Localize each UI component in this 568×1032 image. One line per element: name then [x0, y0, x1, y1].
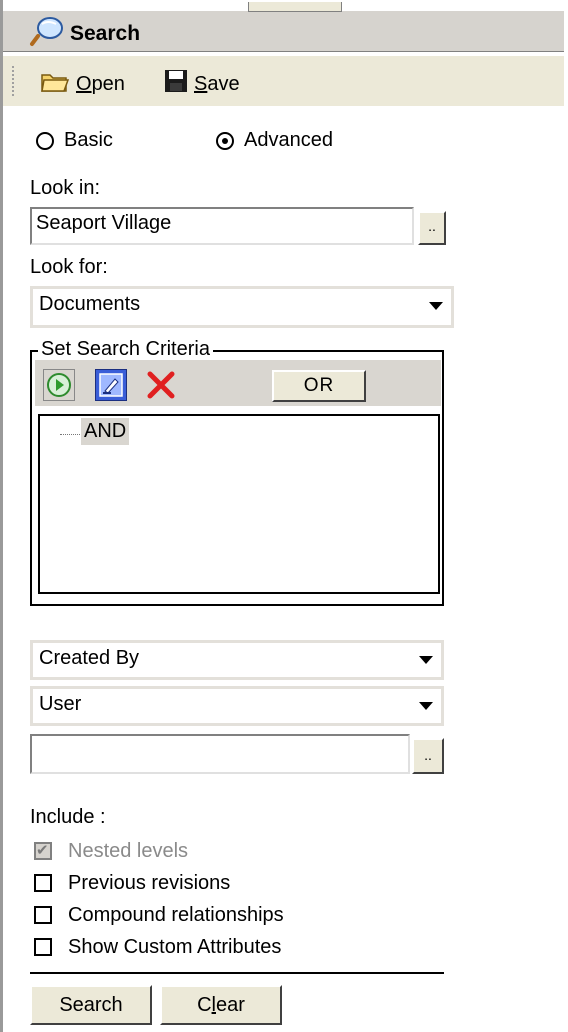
- value-field[interactable]: [30, 734, 410, 774]
- floppy-disk-icon: [164, 69, 188, 99]
- type-value: User: [39, 693, 82, 715]
- open-button[interactable]: Open: [40, 68, 125, 100]
- run-icon[interactable]: [43, 369, 75, 401]
- delete-icon[interactable]: [145, 369, 177, 401]
- look-for-value: Documents: [39, 293, 141, 315]
- tree-connector: [60, 434, 80, 435]
- search-criteria-legend: Set Search Criteria: [38, 338, 213, 361]
- or-button[interactable]: OR: [272, 370, 366, 402]
- type-select[interactable]: User: [30, 686, 444, 726]
- toolbar-grip[interactable]: [12, 66, 18, 96]
- advanced-label: Advanced: [244, 129, 333, 151]
- look-for-label: Look for:: [30, 256, 108, 278]
- value-browse-button[interactable]: ..: [412, 738, 444, 774]
- splitter-handle[interactable]: [248, 2, 342, 12]
- open-folder-icon: [40, 69, 70, 99]
- save-button[interactable]: Save: [164, 68, 240, 100]
- look-in-field[interactable]: Seaport Village: [30, 207, 414, 245]
- chevron-down-icon: [419, 656, 433, 664]
- chevron-down-icon: [419, 702, 433, 710]
- advanced-radio[interactable]: [216, 132, 234, 150]
- look-in-browse-button[interactable]: ..: [418, 211, 446, 245]
- show-custom-attributes-checkbox[interactable]: [34, 938, 52, 956]
- divider: [30, 972, 444, 974]
- panel-title: Search: [70, 22, 141, 45]
- basic-radio[interactable]: [36, 132, 54, 150]
- show-custom-attributes-label: Show Custom Attributes: [68, 936, 282, 958]
- look-for-select[interactable]: Documents: [30, 286, 454, 328]
- clear-button[interactable]: Clear: [160, 985, 282, 1025]
- save-label: Save: [194, 72, 240, 95]
- nested-levels-label: Nested levels: [68, 840, 189, 862]
- open-label: Open: [76, 72, 125, 95]
- tree-node-and[interactable]: AND: [81, 418, 130, 445]
- previous-revisions-label: Previous revisions: [68, 872, 231, 894]
- compound-relationships-checkbox[interactable]: [34, 906, 52, 924]
- include-label: Include :: [30, 806, 106, 828]
- look-in-label: Look in:: [30, 177, 101, 199]
- previous-revisions-checkbox[interactable]: [34, 874, 52, 892]
- search-button[interactable]: Search: [30, 985, 152, 1025]
- basic-label: Basic: [64, 129, 113, 151]
- compound-relationships-label: Compound relationships: [68, 904, 284, 926]
- edit-criteria-icon[interactable]: [95, 369, 127, 401]
- attribute-value: Created By: [39, 647, 140, 669]
- panel-left-border: [0, 0, 3, 1032]
- attribute-select[interactable]: Created By: [30, 640, 444, 680]
- chevron-down-icon: [429, 302, 443, 310]
- nested-levels-checkbox[interactable]: [34, 841, 52, 860]
- search-magnifier-icon: [28, 14, 66, 54]
